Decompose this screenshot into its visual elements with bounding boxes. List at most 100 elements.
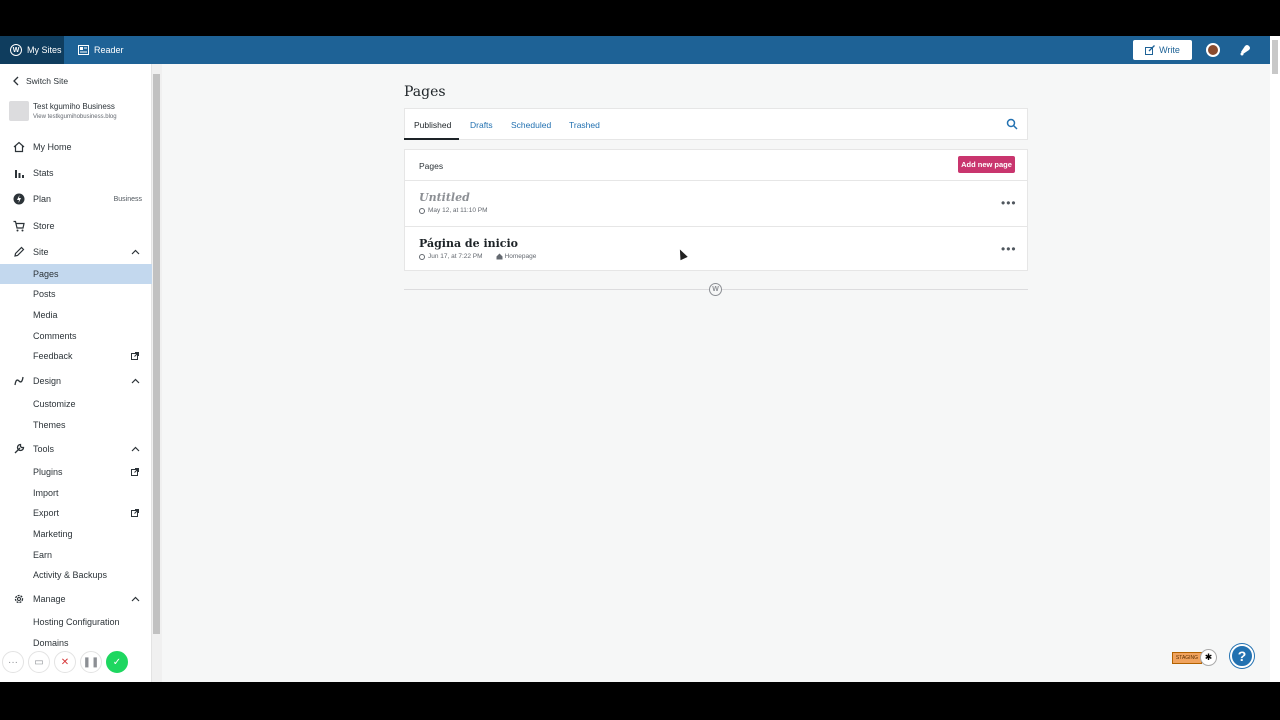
sidebar-label: Activity & Backups bbox=[33, 570, 108, 580]
plan-badge: Business bbox=[113, 195, 142, 203]
sidebar-item-comments[interactable]: Comments bbox=[0, 328, 152, 344]
pages-tabs: Published Drafts Scheduled Trashed bbox=[404, 108, 1028, 140]
sidebar-item-export[interactable]: Export bbox=[0, 505, 152, 521]
write-button[interactable]: Write bbox=[1133, 40, 1192, 60]
masterbar: W My Sites Reader Write bbox=[0, 36, 1280, 64]
reader-button[interactable]: Reader bbox=[78, 36, 124, 64]
staging-badge: STAGING bbox=[1172, 652, 1202, 664]
home-icon bbox=[13, 141, 25, 153]
more-options-icon[interactable]: ••• bbox=[1001, 197, 1017, 209]
sidebar-label: Themes bbox=[33, 420, 66, 430]
sidebar-item-earn[interactable]: Earn bbox=[0, 547, 152, 563]
page-meta: Jun 17, at 7:22 PM Homepage bbox=[419, 253, 536, 260]
pages-list: Pages Add new page Untitled May 12, at 1… bbox=[404, 149, 1028, 271]
sidebar-item-site[interactable]: Site bbox=[0, 243, 152, 261]
page-date: Jun 17, at 7:22 PM bbox=[428, 253, 483, 260]
sidebar-item-store[interactable]: Store bbox=[0, 217, 152, 235]
sidebar-item-posts[interactable]: Posts bbox=[0, 286, 152, 302]
sidebar-item-marketing[interactable]: Marketing bbox=[0, 526, 152, 542]
site-url-link[interactable]: View testkgumihobusiness.blog bbox=[33, 114, 117, 120]
help-button[interactable]: ? bbox=[1230, 644, 1254, 668]
wordpress-footer-logo-icon: W bbox=[709, 283, 722, 296]
site-icon[interactable] bbox=[9, 101, 29, 121]
add-new-page-button[interactable]: Add new page bbox=[958, 156, 1015, 173]
tab-indicator bbox=[404, 138, 459, 140]
notifications-bell-icon[interactable] bbox=[1239, 43, 1252, 56]
pencil-icon bbox=[14, 246, 25, 257]
sidebar-item-design[interactable]: Design bbox=[0, 372, 152, 390]
page-title: Pages bbox=[404, 84, 446, 100]
camera-icon[interactable]: ▭ bbox=[28, 651, 50, 673]
sidebar-label: Hosting Configuration bbox=[33, 617, 120, 627]
sidebar-label: Design bbox=[33, 376, 62, 386]
sidebar-item-feedback[interactable]: Feedback bbox=[0, 348, 152, 364]
sidebar-item-themes[interactable]: Themes bbox=[0, 417, 152, 433]
sidebar-label: Plugins bbox=[33, 467, 63, 477]
sidebar-item-pages[interactable]: Pages bbox=[0, 264, 152, 284]
sidebar-label: Site bbox=[33, 247, 49, 257]
tab-drafts[interactable]: Drafts bbox=[470, 120, 493, 130]
app-window: W My Sites Reader Write Switch Site Test… bbox=[0, 36, 1280, 682]
check-icon[interactable]: ✓ bbox=[106, 651, 128, 673]
more-icon[interactable]: ··· bbox=[2, 651, 24, 673]
sidebar-item-my-home[interactable]: My Home bbox=[0, 138, 152, 156]
homepage-label: Homepage bbox=[504, 253, 537, 260]
cart-icon bbox=[13, 220, 25, 232]
sidebar-item-import[interactable]: Import bbox=[0, 485, 152, 501]
stats-icon bbox=[15, 170, 24, 178]
recorder-toolbar: ··· ▭ ✕ ❚❚ ✓ bbox=[0, 646, 140, 676]
page-meta: May 12, at 11:10 PM bbox=[419, 207, 488, 214]
switch-site-label: Switch Site bbox=[26, 76, 69, 86]
user-avatar[interactable] bbox=[1206, 43, 1220, 57]
tab-scheduled[interactable]: Scheduled bbox=[511, 120, 551, 130]
list-item[interactable]: Untitled May 12, at 11:10 PM ••• bbox=[405, 181, 1027, 226]
page-title-link[interactable]: Página de inicio bbox=[419, 237, 518, 250]
wrench-icon bbox=[14, 443, 25, 454]
write-icon bbox=[1145, 45, 1156, 55]
wordpress-logo-icon: W bbox=[10, 44, 22, 56]
sidebar-item-plugins[interactable]: Plugins bbox=[0, 464, 152, 480]
sidebar-item-stats[interactable]: Stats bbox=[0, 164, 152, 182]
sidebar-item-manage[interactable]: Manage bbox=[0, 590, 152, 608]
sidebar-label: Feedback bbox=[33, 351, 73, 361]
sidebar-item-media[interactable]: Media bbox=[0, 307, 152, 323]
tab-published[interactable]: Published bbox=[414, 120, 451, 130]
sidebar-label: Customize bbox=[33, 399, 76, 409]
list-item[interactable]: Página de inicio Jun 17, at 7:22 PM Home… bbox=[405, 226, 1027, 271]
sidebar-scrollbar[interactable] bbox=[152, 64, 162, 682]
my-sites-label: My Sites bbox=[27, 45, 62, 55]
sidebar-label: Manage bbox=[33, 594, 66, 604]
page-title-link[interactable]: Untitled bbox=[419, 191, 470, 204]
more-options-icon[interactable]: ••• bbox=[1001, 243, 1017, 255]
reader-icon bbox=[78, 45, 89, 55]
sidebar-label: Store bbox=[33, 221, 55, 231]
sidebar-item-customize[interactable]: Customize bbox=[0, 396, 152, 412]
write-label: Write bbox=[1159, 45, 1180, 55]
sidebar-label: Plan bbox=[33, 194, 52, 204]
switch-site-link[interactable]: Switch Site bbox=[0, 72, 152, 90]
chevron-left-icon bbox=[13, 76, 19, 86]
sidebar-label: Media bbox=[33, 310, 58, 320]
sidebar-label: Export bbox=[33, 508, 60, 518]
page-date: May 12, at 11:10 PM bbox=[428, 207, 488, 214]
external-link-icon bbox=[131, 352, 139, 360]
sidebar-item-tools[interactable]: Tools bbox=[0, 440, 152, 458]
close-icon[interactable]: ✕ bbox=[54, 651, 76, 673]
pages-list-header: Pages Add new page bbox=[405, 150, 1027, 181]
chevron-up-icon bbox=[131, 446, 140, 452]
sidebar-item-activity[interactable]: Activity & Backups bbox=[0, 567, 152, 583]
sidebar: Switch Site Test kgumiho Business View t… bbox=[0, 64, 152, 682]
search-icon[interactable] bbox=[1006, 118, 1018, 130]
site-name[interactable]: Test kgumiho Business bbox=[33, 102, 115, 111]
tab-trashed[interactable]: Trashed bbox=[569, 120, 600, 130]
sidebar-item-hosting[interactable]: Hosting Configuration bbox=[0, 614, 152, 630]
pages-list-heading: Pages bbox=[419, 161, 444, 171]
bug-icon[interactable]: ✱ bbox=[1200, 649, 1217, 666]
my-sites-button[interactable]: W My Sites bbox=[0, 36, 64, 64]
sidebar-item-plan[interactable]: Plan Business bbox=[0, 190, 152, 208]
pause-icon[interactable]: ❚❚ bbox=[80, 651, 102, 673]
page-scrollbar[interactable] bbox=[1270, 36, 1280, 682]
sidebar-label: Tools bbox=[33, 444, 55, 454]
sidebar-label: Earn bbox=[33, 550, 53, 560]
chevron-up-icon bbox=[131, 378, 140, 384]
